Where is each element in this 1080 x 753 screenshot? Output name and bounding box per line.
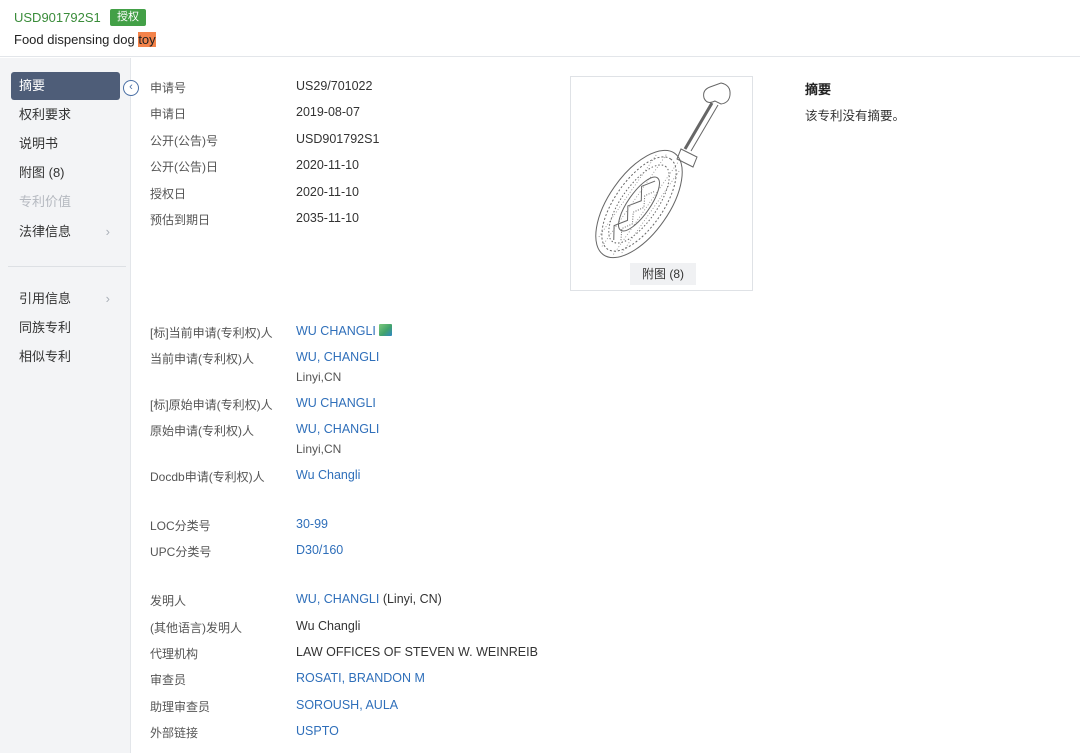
chevron-right-icon: ›	[105, 224, 110, 239]
sidebar-divider	[8, 266, 126, 267]
publication-number-label: 公开(公告)号	[150, 134, 218, 148]
patent-title: Food dispensing dog toy	[14, 32, 156, 47]
loc-class-link[interactable]: 30-99	[296, 517, 328, 531]
original-assignee-location: Linyi,CN	[296, 442, 342, 456]
std-current-assignee-link[interactable]: WU CHANGLI	[296, 324, 392, 338]
application-number-label: 申请号	[150, 81, 187, 95]
grant-date-value: 2020-11-10	[296, 185, 360, 199]
original-assignee-label: 原始申请(专利权)人	[150, 424, 254, 438]
assistant-examiner-link[interactable]: SOROUSH, AULA	[296, 698, 398, 712]
inventor-label: 发明人	[150, 594, 187, 608]
assistant-examiner-label: 助理审查员	[150, 700, 211, 714]
docdb-assignee-label: Docdb申请(专利权)人	[150, 470, 265, 484]
sidebar-item-patent-value: 专利价值	[11, 188, 120, 216]
original-assignee-link[interactable]: WU, CHANGLI	[296, 422, 379, 436]
std-current-assignee-label: [标]当前申请(专利权)人	[150, 326, 273, 340]
sidebar-item-label: 权利要求	[19, 107, 72, 122]
publication-date-value: 2020-11-10	[296, 158, 360, 172]
title-highlight: toy	[138, 32, 156, 47]
publication-number-value: USD901792S1	[296, 132, 380, 146]
publication-number: USD901792S1	[14, 10, 101, 25]
std-current-assignee-name[interactable]: WU CHANGLI	[296, 324, 376, 338]
sidebar-item-drawings[interactable]: 附图 (8)	[11, 159, 120, 187]
uspto-link[interactable]: USPTO	[296, 724, 339, 738]
inventor-location: (Linyi, CN)	[379, 592, 442, 606]
examiner-link[interactable]: ROSATI, BRANDON M	[296, 671, 425, 685]
agency-label: 代理机构	[150, 647, 199, 661]
abstract-text: 该专利没有摘要。	[805, 109, 906, 123]
sidebar-item-label: 说明书	[19, 136, 59, 151]
sidebar-item-label: 附图 (8)	[19, 165, 65, 180]
current-assignee-location: Linyi,CN	[296, 370, 342, 384]
company-flag-icon[interactable]	[378, 324, 392, 336]
grant-date-label: 授权日	[150, 187, 187, 201]
sidebar-item-similar[interactable]: 相似专利	[11, 343, 120, 371]
docdb-assignee-link[interactable]: Wu Changli	[296, 468, 360, 482]
upc-class-link[interactable]: D30/160	[296, 543, 343, 557]
sidebar-item-label: 同族专利	[19, 320, 72, 335]
sidebar-nav: 摘要 权利要求 说明书 附图 (8) 专利价值 法律信息 › 引用信息 › 同族专利…	[0, 58, 131, 753]
publication-date-label: 公开(公告)日	[150, 160, 218, 174]
inventor-link[interactable]: WU, CHANGLI	[296, 592, 379, 606]
title-text: Food dispensing dog	[14, 32, 139, 47]
external-link-label: 外部链接	[150, 726, 199, 740]
current-assignee-link[interactable]: WU, CHANGLI	[296, 350, 379, 364]
patent-header: USD901792S1 授权 Food dispensing dog toy	[0, 0, 1080, 57]
sidebar-item-claims[interactable]: 权利要求	[11, 101, 120, 129]
other-lang-inventor-label: (其他语言)发明人	[150, 621, 242, 635]
other-lang-inventor-value: Wu Changli	[296, 619, 361, 633]
figure-thumbnail[interactable]: 附图 (8)	[570, 76, 753, 291]
sidebar-item-label: 法律信息	[19, 224, 72, 239]
application-date-value: 2019-08-07	[296, 105, 360, 119]
sidebar-item-label: 引用信息	[19, 291, 72, 306]
sidebar-item-label: 摘要	[19, 78, 46, 93]
sidebar-item-description[interactable]: 说明书	[11, 130, 120, 158]
std-original-assignee-label: [标]原始申请(专利权)人	[150, 398, 273, 412]
upc-class-label: UPC分类号	[150, 545, 212, 559]
figure-count-label[interactable]: 附图 (8)	[630, 263, 696, 285]
application-date-label: 申请日	[150, 107, 187, 121]
application-number-value: US29/701022	[296, 79, 373, 93]
sidebar-item-label: 专利价值	[19, 194, 72, 209]
expiry-date-label: 预估到期日	[150, 213, 211, 227]
sidebar-item-family[interactable]: 同族专利	[11, 314, 120, 342]
examiner-label: 审查员	[150, 673, 187, 687]
sidebar-item-legal-info[interactable]: 法律信息 ›	[11, 218, 120, 246]
expiry-date-value: 2035-11-10	[296, 211, 360, 225]
sidebar-item-label: 相似专利	[19, 349, 72, 364]
abstract-heading: 摘要	[805, 82, 832, 97]
loc-class-label: LOC分类号	[150, 519, 211, 533]
status-badge: 授权	[110, 9, 146, 26]
current-assignee-label: 当前申请(专利权)人	[150, 352, 254, 366]
sidebar-item-citations[interactable]: 引用信息 ›	[11, 285, 120, 313]
chevron-left-icon[interactable]: ‹	[123, 80, 139, 96]
patent-drawing	[595, 82, 731, 259]
chevron-right-icon: ›	[105, 291, 110, 306]
inventor-value: WU, CHANGLI (Linyi, CN)	[296, 592, 442, 606]
sidebar-item-abstract[interactable]: 摘要	[11, 72, 120, 100]
agency-value: LAW OFFICES OF STEVEN W. WEINREIB	[296, 645, 538, 659]
std-original-assignee-link[interactable]: WU CHANGLI	[296, 396, 376, 410]
